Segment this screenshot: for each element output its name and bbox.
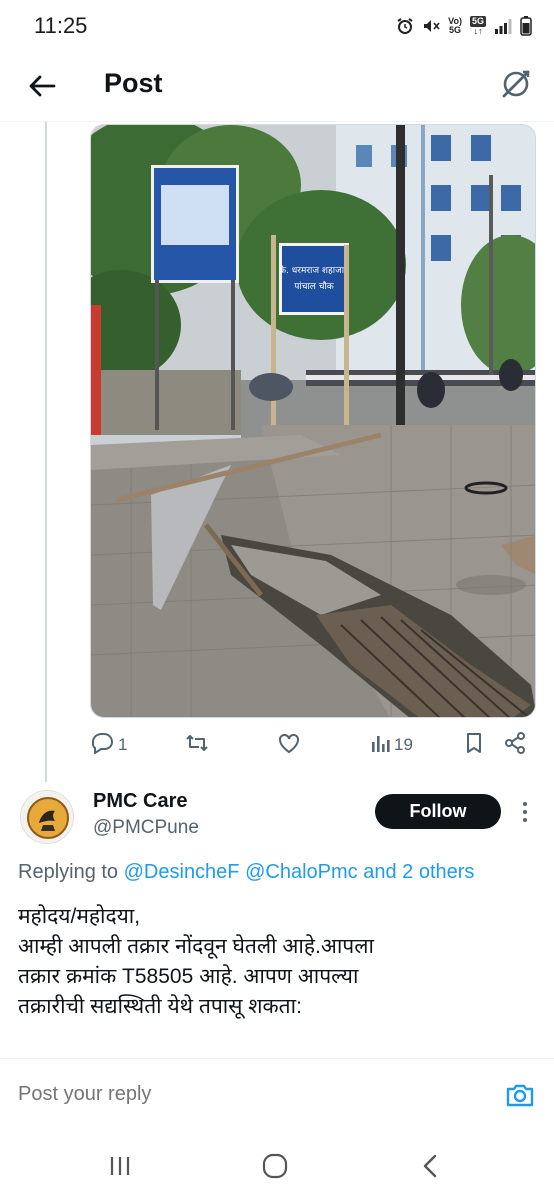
views-action[interactable]: 19 [370,728,413,762]
tweet-text-line: तक्रार क्रमांक T58505 आहे. आपण आपल्या [18,965,359,988]
page-title: Post [104,68,163,98]
camera-icon[interactable] [504,1081,536,1109]
signal-icon [494,18,512,34]
mute-icon [422,17,440,35]
reply-composer [0,1058,554,1131]
like-action[interactable] [277,728,301,762]
bookmark-icon [464,732,484,759]
system-nav-bar [0,1130,554,1200]
reply-count: 1 [118,735,128,754]
thread-line [45,122,47,782]
views-icon [370,732,390,759]
follow-button[interactable]: Follow [375,794,501,829]
road-sign-text-2: पांचाल चौक [294,280,334,292]
repost-icon [185,732,209,759]
tweet-text: महोदय/महोदया, आम्ही आपली तक्रार नोंदवून … [18,902,538,1022]
share-action[interactable] [504,728,526,762]
tweet-text-line: तक्रारीची सद्यस्थिती येथे तपासू शकता: [18,995,302,1018]
screen: 11:25 Vo) 5G 5G ↓↑ Post के. धरमराज शहाजा… [0,0,554,1200]
network-5g-indicator: 5G ↓↑ [469,16,486,36]
avatar[interactable] [20,790,74,844]
more-mentions-link[interactable]: and 2 others [363,861,474,883]
replying-prefix: Replying to [18,861,119,883]
views-count: 19 [394,735,413,754]
tweet-text-line: महोदय/महोदया, [18,905,141,928]
reply-action[interactable]: 1 [90,728,127,762]
back-icon[interactable] [410,1150,450,1182]
tweet-text-line: आम्ही आपली तक्रार नोंदवून घेतली आहे.आपला [18,935,374,958]
more-options-icon[interactable] [515,798,535,826]
author-name[interactable]: PMC Care [93,790,187,813]
repost-action[interactable] [185,728,209,762]
status-time: 11:25 [34,13,88,38]
replying-to: Replying to @DesincheF @ChaloPmc and 2 o… [18,861,474,884]
alarm-icon [396,17,414,35]
like-icon [277,732,301,759]
reply-icon [90,732,114,759]
share-icon [504,731,526,759]
author-handle[interactable]: @PMCPune [93,817,199,839]
recents-icon[interactable] [100,1150,140,1182]
status-bar: 11:25 Vo) 5G 5G ↓↑ [0,0,554,52]
post-action-bar: 1 19 [90,728,536,762]
grok-icon[interactable] [496,64,536,104]
mention-link[interactable]: @DesincheF [124,861,240,883]
back-arrow-icon[interactable] [22,66,62,106]
battery-icon [520,16,532,36]
status-icons: Vo) 5G 5G ↓↑ [396,16,532,36]
volte-indicator: Vo) 5G [448,16,462,35]
mention-link[interactable]: @ChaloPmc [245,861,358,883]
home-icon[interactable] [255,1150,295,1182]
bookmark-action[interactable] [464,728,484,762]
road-sign-text-1: के. धरमराज शहाजाद [279,264,349,276]
reply-input[interactable] [18,1083,418,1106]
post-image[interactable]: के. धरमराज शहाजाद पांचाल चौक [90,124,536,718]
app-header: Post [0,52,554,122]
